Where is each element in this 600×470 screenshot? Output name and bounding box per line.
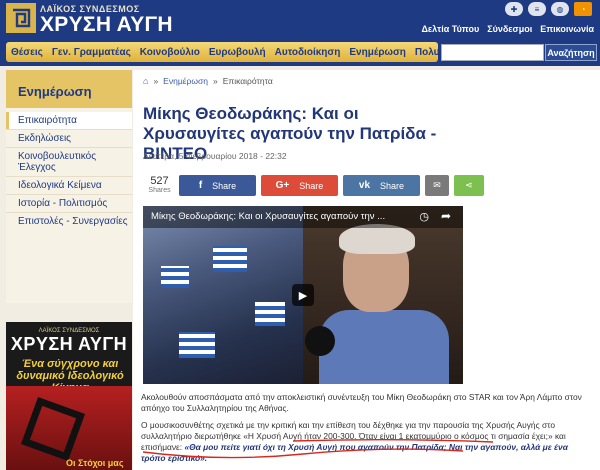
sidebar-banner-ad[interactable]: ΛΑΪΚΟΣ ΣΥΝΔΕΣΜΟΣ ΧΡΥΣΗ ΑΥΓΗ Ένα σύγχρονο… [6,322,132,470]
breadcrumb-current: Επικαιρότητα [222,76,273,86]
nav-item-news[interactable]: Ενημέρωση [349,47,406,58]
logo-emblem-icon[interactable] [6,3,36,33]
vk-share-label: Share [380,180,405,191]
search-input[interactable] [441,44,544,61]
logo-title[interactable]: ΧΡΥΣΗ ΑΥΓΗ [40,13,173,37]
vk-share-button[interactable]: vk Share [343,175,420,196]
ad-bottom-text: Οι Στόχοι μας [66,458,124,468]
uk-flag-icon[interactable]: ✚ [505,2,523,16]
article-paragraph-1: Ακολουθούν αποσπάσματα από την αποκλειστ… [141,392,582,413]
google-plus-icon: G+ [275,180,290,191]
nav-menu: Θέσεις Γεν. Γραμματέας Κοινοβούλιο Ευρωβ… [6,42,463,62]
nav-item-positions[interactable]: Θέσεις [11,47,43,58]
nav-item-local-gov[interactable]: Αυτοδιοίκηση [275,47,341,58]
sidebar-title: Ενημέρωση [6,70,132,108]
share-icon: ⋖ [465,180,473,190]
sidebar-item-history-culture[interactable]: Ιστορία - Πολιτισμός [6,194,132,212]
sidebar-item-current-affairs[interactable]: Επικαιρότητα [6,112,132,129]
sidebar: Ενημέρωση Επικαιρότητα Εκδηλώσεις Κοινοβ… [6,70,132,470]
flag-shape [161,266,189,288]
greek-flag-icon[interactable]: ≡ [528,2,546,16]
sidebar-item-parliamentary-control[interactable]: Κοινοβουλευτικός Έλεγχος [6,147,132,176]
breadcrumb-separator-icon: » [212,76,218,86]
article-paragraph-2: Ο μουσικοσυνθέτης σχετικά με την κριτική… [141,420,593,464]
facebook-share-button[interactable]: f Share [179,175,256,196]
play-button-icon[interactable]: ▶ [292,284,314,306]
flag-shape [213,246,247,272]
site-header: ΛΑΪΚΟΣ ΣΥΝΔΕΣΜΟΣ ΧΡΥΣΗ ΑΥΓΗ ✚ ≡ ◍ ◔ Δελτ… [0,0,600,40]
rss-icon[interactable]: ◔ [574,2,592,16]
share-count-number: 527 [150,174,169,187]
top-links: Δελτία Τύπου Σύνδεσμοι Επικοινωνία [421,24,594,34]
globe-icon[interactable]: ◍ [551,2,569,16]
sidebar-item-letters[interactable]: Επιστολές - Συνεργασίες [6,212,132,230]
search-button[interactable]: Αναζήτηση [545,44,597,61]
flag-shape [255,302,285,326]
sidebar-menu: Επικαιρότητα Εκδηλώσεις Κοινοβουλευτικός… [6,108,132,303]
link-press-releases[interactable]: Δελτία Τύπου [421,24,479,34]
nav-item-parliament[interactable]: Κοινοβούλιο [140,47,200,58]
google-plus-share-button[interactable]: G+ Share [261,175,338,196]
video-share-icon[interactable]: ➦ [441,209,451,223]
main-nav: Θέσεις Γεν. Γραμματέας Κοινοβούλιο Ευρωβ… [0,40,600,66]
email-share-button[interactable]: ✉ [425,175,449,196]
home-icon[interactable]: ⌂ [143,76,148,86]
video-thumbnail-crowd [143,206,303,384]
sidebar-item-ideology-texts[interactable]: Ιδεολογικά Κείμενα [6,176,132,194]
nav-item-secretary[interactable]: Γεν. Γραμματέας [52,47,131,58]
link-contact[interactable]: Επικοινωνία [540,24,594,34]
breadcrumb-separator-icon: » [153,76,159,86]
article-date: Δευτέρα, 5 Φεβρουαρίου 2018 - 22:32 [143,151,287,161]
sidebar-item-events[interactable]: Εκδηλώσεις [6,129,132,147]
video-person-hair [339,224,415,254]
watch-later-icon[interactable]: ◷ [419,210,429,223]
facebook-share-label: Share [212,180,237,191]
language-flags: ✚ ≡ ◍ ◔ [505,2,592,16]
vk-icon: vk [358,180,371,191]
video-title[interactable]: Μίκης Θεοδωράκης: Και οι Χρυσαυγίτες αγα… [151,211,385,222]
ad-title: ΧΡΥΣΗ ΑΥΓΗ [10,334,128,354]
video-person-body [319,310,449,384]
share-count: 527 Shares [143,174,176,196]
share-bar: 527 Shares f Share G+ Share vk Share ✉ ⋖ [143,174,489,197]
facebook-icon: f [198,180,203,191]
google-share-label: Share [299,180,324,191]
link-links[interactable]: Σύνδεσμοι [487,24,532,34]
share-count-label: Shares [148,186,171,194]
more-share-button[interactable]: ⋖ [454,175,484,196]
breadcrumb-news[interactable]: Ενημέρωση [163,76,208,86]
breadcrumb: ⌂ » Ενημέρωση » Επικαιρότητα [143,76,273,86]
microphone-icon [305,326,335,356]
paragraph-2-quote: «Θα μου πείτε γιατί όχι τη Χρυσή Αυγή πο… [141,442,568,463]
nav-item-euro-parliament[interactable]: Ευρωβουλή [209,47,266,58]
flag-shape [179,332,215,358]
article-content: ⌂ » Ενημέρωση » Επικαιρότητα Μίκης Θεοδω… [133,70,600,470]
email-icon: ✉ [433,180,441,190]
video-player[interactable]: Μίκης Θεοδωράκης: Και οι Χρυσαυγίτες αγα… [143,206,463,384]
